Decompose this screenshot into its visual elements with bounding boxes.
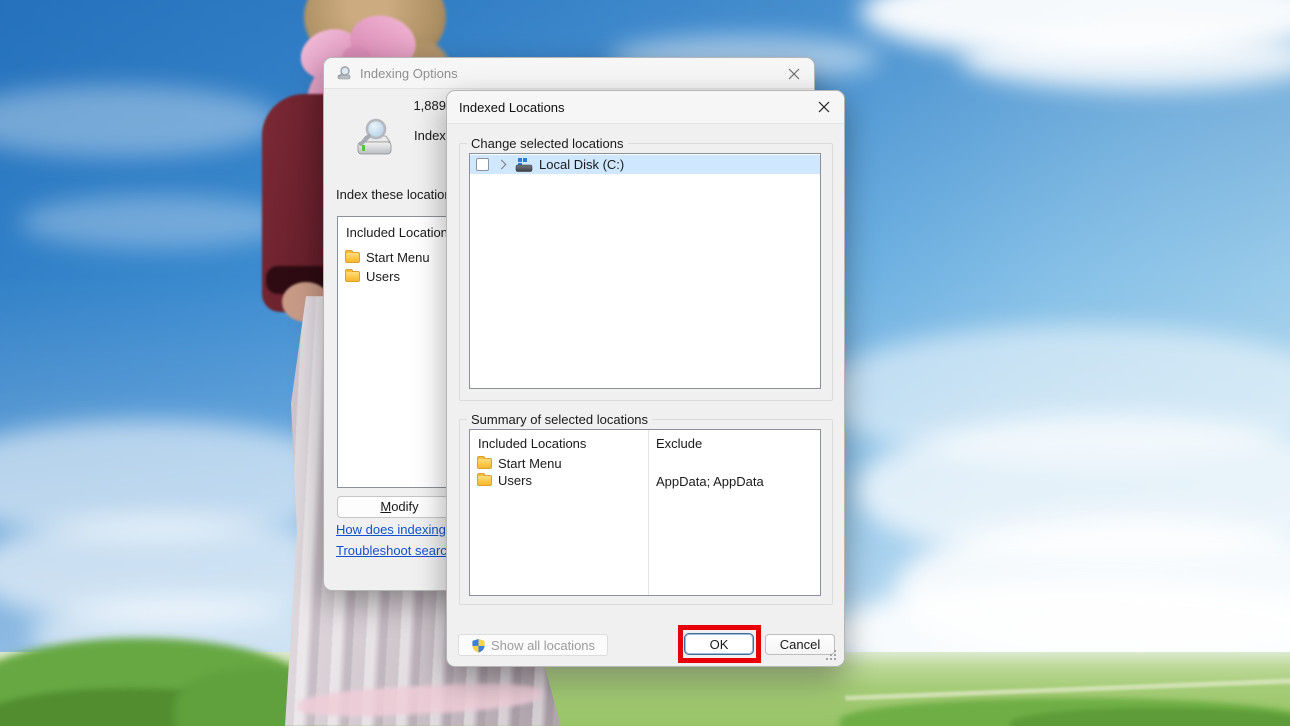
list-item-label: Users (366, 269, 400, 284)
column-divider (648, 430, 649, 595)
folder-icon (345, 250, 360, 263)
indexing-options-app-icon (337, 66, 351, 80)
tree-item-label: Local Disk (C:) (539, 157, 625, 172)
show-all-locations-label: Show all locations (490, 637, 596, 653)
group-label: Summary of selected locations (467, 412, 653, 427)
modify-button-label: M (380, 499, 392, 514)
table-row[interactable]: Start Menu (477, 456, 562, 471)
row-location-label: Users (498, 473, 532, 488)
folder-icon (477, 456, 492, 469)
indexing-options-titlebar[interactable]: Indexing Options (324, 58, 814, 89)
list-item-label: Start Menu (366, 250, 430, 265)
indexed-locations-dialog: Indexed Locations Change selected locati… (446, 90, 845, 667)
items-indexed-count: 1,889 (413, 98, 446, 113)
group-label: Change selected locations (467, 136, 628, 151)
resize-grip[interactable] (824, 648, 836, 660)
drive-search-icon (357, 118, 392, 155)
indexed-locations-titlebar[interactable]: Indexed Locations (447, 91, 844, 124)
indexing-help-link[interactable]: How does indexing affe (336, 522, 460, 537)
locations-tree[interactable]: Local Disk (C:) (469, 153, 821, 389)
show-all-locations-button[interactable]: Show all locations (458, 634, 608, 656)
dialog-title: Indexed Locations (459, 99, 565, 115)
indexing-status-text: Index (414, 128, 446, 143)
column-header-included: Included Locations (478, 436, 587, 451)
uac-shield-icon (472, 638, 485, 652)
index-locations-label: Index these locations: (336, 187, 462, 202)
column-header-exclude: Exclude (656, 436, 703, 451)
troubleshoot-link[interactable]: Troubleshoot search an (336, 543, 460, 558)
chevron-right-icon[interactable] (496, 159, 507, 170)
close-icon[interactable] (787, 67, 801, 81)
desktop: Indexing Options 1,889 Index Index these… (0, 0, 1290, 726)
red-highlight-annotation (678, 625, 761, 663)
checkbox[interactable] (476, 158, 489, 171)
tree-item-local-disk[interactable]: Local Disk (C:) (470, 155, 820, 174)
cloud (20, 195, 290, 249)
cancel-button-label: Cancel (779, 637, 821, 652)
modify-button[interactable]: Modify (337, 496, 462, 518)
table-row[interactable]: Users (477, 473, 532, 488)
folder-icon (345, 269, 360, 282)
modify-button-label: odify (391, 499, 419, 514)
row-location-label: Start Menu (498, 456, 562, 471)
close-icon[interactable] (817, 100, 831, 114)
summary-table[interactable]: Included Locations Exclude Start Menu Us… (469, 429, 821, 596)
disk-icon (515, 157, 533, 172)
dialog-title: Indexing Options (360, 65, 458, 81)
folder-icon (477, 473, 492, 486)
row-exclude-value: AppData; AppData (656, 474, 764, 489)
